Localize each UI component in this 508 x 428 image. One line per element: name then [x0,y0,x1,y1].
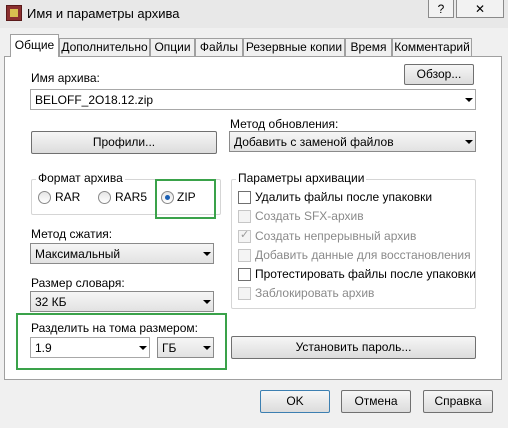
update-method-select[interactable]: Добавить с заменой файлов [229,131,476,152]
chevron-down-icon [139,346,147,350]
format-group-label: Формат архива [36,171,125,185]
split-label: Разделить на тома размером: [31,321,198,335]
checkbox-test-after-label: Протестировать файлы после упаковки [255,267,476,281]
cancel-button[interactable]: Отмена [341,390,411,413]
tab-comment[interactable]: Комментарий [392,38,472,56]
radio-rar5[interactable] [98,191,111,204]
checkbox-sfx-label: Создать SFX-архив [255,209,364,223]
checkbox-solid[interactable] [238,228,251,243]
checkbox-sfx[interactable] [238,210,251,223]
checkbox-solid-label: Создать непрерывный архив [255,229,417,243]
compression-value: Максимальный [35,247,121,261]
checkbox-lock-label: Заблокировать архив [255,286,375,300]
dictionary-label: Размер словаря: [31,276,125,290]
checkbox-recovery[interactable] [238,249,251,262]
checkbox-test-after[interactable] [238,268,251,281]
chevron-down-icon [465,98,473,102]
tab-general[interactable]: Общие [10,34,59,57]
checkbox-delete-after[interactable] [238,191,251,204]
radio-rar[interactable] [38,191,51,204]
checkbox-lock[interactable] [238,287,251,300]
dictionary-select[interactable]: 32 КБ [30,291,214,312]
close-button[interactable]: ✕ [456,0,504,18]
checkbox-recovery-label: Добавить данные для восстановления [255,248,471,262]
archive-name-label: Имя архива: [31,71,100,85]
update-method-value: Добавить с заменой файлов [234,135,394,149]
params-group-label: Параметры архивации [236,171,367,185]
split-size-combo[interactable]: 1.9 [30,337,150,358]
tab-options[interactable]: Опции [150,38,195,56]
compression-select[interactable]: Максимальный [30,243,214,264]
browse-button[interactable]: Обзор... [404,64,474,85]
dictionary-value: 32 КБ [35,295,67,309]
help-button[interactable]: Справка [423,390,493,413]
archive-name-combo[interactable]: BELOFF_2O18.12.zip [30,89,476,110]
update-method-label: Метод обновления: [230,117,339,131]
split-unit-value: ГБ [162,341,177,355]
radio-rar-label: RAR [55,190,81,204]
compression-label: Метод сжатия: [31,227,113,241]
split-size-value: 1.9 [35,341,52,355]
zip-highlight-box [155,179,216,219]
set-password-button[interactable]: Установить пароль... [231,336,476,359]
window-title: Имя и параметры архива [27,6,180,21]
chevron-down-icon [203,300,211,304]
tab-advanced[interactable]: Дополнительно [59,38,150,56]
chevron-down-icon [465,140,473,144]
radio-rar5-label: RAR5 [115,190,148,204]
profiles-button[interactable]: Профили... [31,131,217,154]
split-unit-select[interactable]: ГБ [157,337,214,358]
tab-files[interactable]: Файлы [195,38,243,56]
winrar-app-icon [6,5,22,21]
tab-backup[interactable]: Резервные копии [243,38,345,56]
checkbox-delete-after-label: Удалить файлы после упаковки [255,190,433,204]
ok-button[interactable]: OK [260,390,330,413]
chevron-down-icon [203,346,211,350]
chevron-down-icon [203,252,211,256]
tab-time[interactable]: Время [345,38,392,56]
archive-name-value: BELOFF_2O18.12.zip [35,93,154,107]
help-title-button[interactable]: ? [428,0,454,18]
